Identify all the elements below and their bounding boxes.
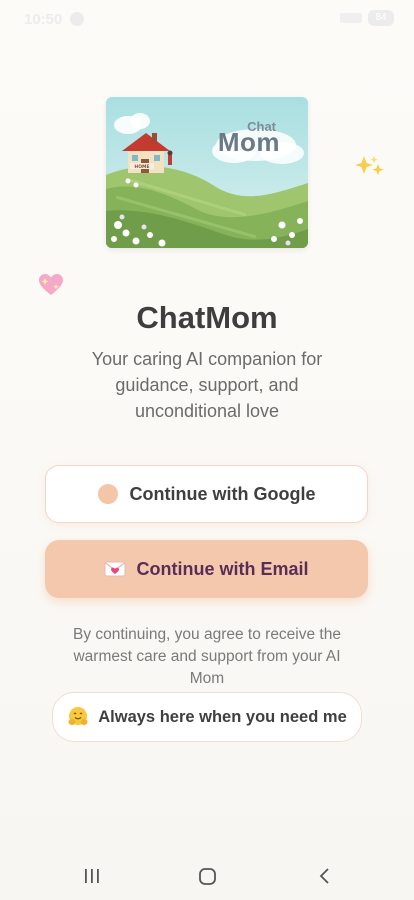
google-dot-icon: [97, 484, 118, 504]
love-letter-icon: [104, 561, 126, 577]
status-bar: 10:50 84: [0, 0, 414, 40]
terms-text: By continuing, you agree to receive the …: [73, 626, 341, 687]
app-title: ChatMom: [136, 300, 278, 335]
home-icon[interactable]: [198, 867, 217, 886]
house-sign: HOME: [134, 164, 149, 170]
always-here-label: Always here when you need me: [98, 707, 347, 726]
battery-icon: 84: [368, 10, 394, 26]
hero-title: Mom: [217, 127, 280, 157]
recents-icon[interactable]: [82, 867, 102, 885]
signal-icon: [340, 13, 362, 23]
continue-with-email-button[interactable]: Continue with Email: [45, 540, 368, 598]
continue-with-google-button[interactable]: Continue with Google: [45, 465, 368, 523]
back-icon[interactable]: [316, 866, 332, 886]
home-hills-illustration: HOME: [106, 97, 308, 248]
status-time: 10:50: [24, 11, 63, 28]
continue-with-google-label: Continue with Google: [129, 483, 316, 504]
app-tagline: Your caring AI companion for guidance, s…: [91, 349, 323, 421]
status-app-icon: [70, 12, 84, 26]
hero-illustration: HOME Chat Mom: [106, 97, 308, 248]
sparkling-heart-icon: [39, 274, 63, 295]
always-here-badge: Always here when you need me: [52, 692, 362, 742]
status-right: 84: [340, 10, 394, 26]
system-nav-bar: [0, 852, 414, 900]
hugging-face-icon: [68, 707, 88, 725]
continue-with-email-label: Continue with Email: [136, 558, 309, 579]
sparkles-icon: [355, 156, 384, 176]
